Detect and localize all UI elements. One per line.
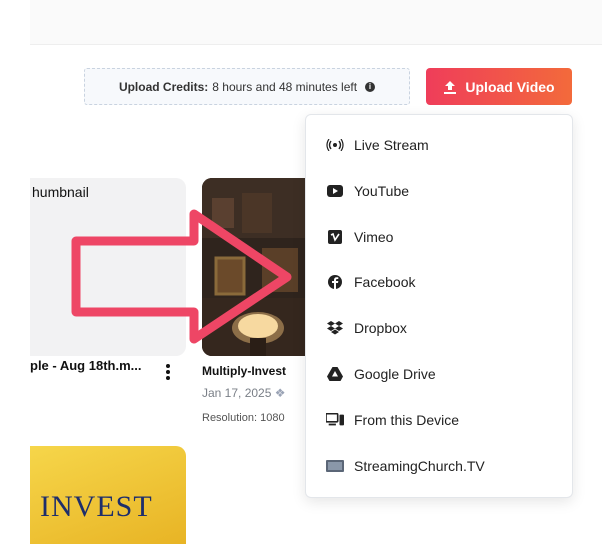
video-date-text: Jan 17, 2025: [202, 386, 272, 400]
menu-item-live-stream[interactable]: Live Stream: [326, 135, 429, 155]
info-icon[interactable]: i: [365, 81, 376, 92]
menu-item-streamingchurch[interactable]: StreamingChurch.TV: [326, 456, 485, 476]
upload-icon: [444, 80, 457, 94]
menu-item-label: Vimeo: [354, 229, 394, 245]
video-title[interactable]: Multiply-Invest: [202, 364, 286, 378]
upload-credits-box: Upload Credits: 8 hours and 48 minutes l…: [84, 68, 410, 105]
youtube-icon: [326, 185, 344, 197]
menu-item-facebook[interactable]: Facebook: [326, 272, 415, 292]
menu-item-label: YouTube: [354, 183, 410, 199]
video-resolution: Resolution: 1080: [202, 412, 285, 424]
facebook-icon: [326, 275, 344, 289]
streamingchurch-icon: [326, 460, 344, 472]
upload-source-menu: Live Stream YouTube Vimeo Facebook Dropb…: [305, 114, 573, 498]
menu-item-label: Live Stream: [354, 137, 429, 153]
menu-item-dropbox[interactable]: Dropbox: [326, 318, 407, 338]
menu-item-youtube[interactable]: YouTube: [326, 181, 409, 201]
video-thumbnail[interactable]: [202, 178, 312, 356]
menu-item-from-device[interactable]: From this Device: [326, 410, 459, 430]
google-drive-icon: [326, 367, 344, 381]
video-thumbnail[interactable]: humbnail: [30, 178, 186, 356]
live-stream-icon: [326, 139, 344, 151]
credits-label: Upload Credits:: [118, 79, 209, 94]
upload-video-label: Upload Video: [465, 78, 555, 95]
credits-value: 8 hours and 48 minutes left: [212, 79, 358, 94]
video-date: Jan 17, 2025 ❖: [202, 386, 286, 400]
thumbnail-label: humbnail: [32, 184, 89, 200]
thumbnail-text: INVEST: [40, 490, 153, 523]
left-edge: [0, 0, 30, 544]
more-options-icon[interactable]: [166, 364, 170, 382]
video-thumbnail[interactable]: INVEST: [30, 446, 186, 544]
menu-item-google-drive[interactable]: Google Drive: [326, 364, 436, 384]
menu-item-vimeo[interactable]: Vimeo: [326, 227, 393, 247]
top-bar: [30, 0, 602, 45]
menu-item-label: Dropbox: [354, 320, 407, 336]
menu-item-label: Google Drive: [354, 366, 436, 382]
menu-item-label: From this Device: [354, 412, 460, 428]
upload-video-button[interactable]: Upload Video: [426, 68, 572, 105]
video-title[interactable]: ple - Aug 18th.m...: [30, 358, 141, 373]
vimeo-icon: [326, 230, 344, 244]
dropbox-icon: [326, 321, 344, 335]
menu-item-label: Facebook: [354, 274, 416, 290]
menu-item-label: StreamingChurch.TV: [354, 458, 485, 474]
dropbox-icon: ❖: [274, 386, 286, 400]
device-icon: [326, 413, 344, 427]
room-thumbnail-image: [202, 178, 312, 356]
